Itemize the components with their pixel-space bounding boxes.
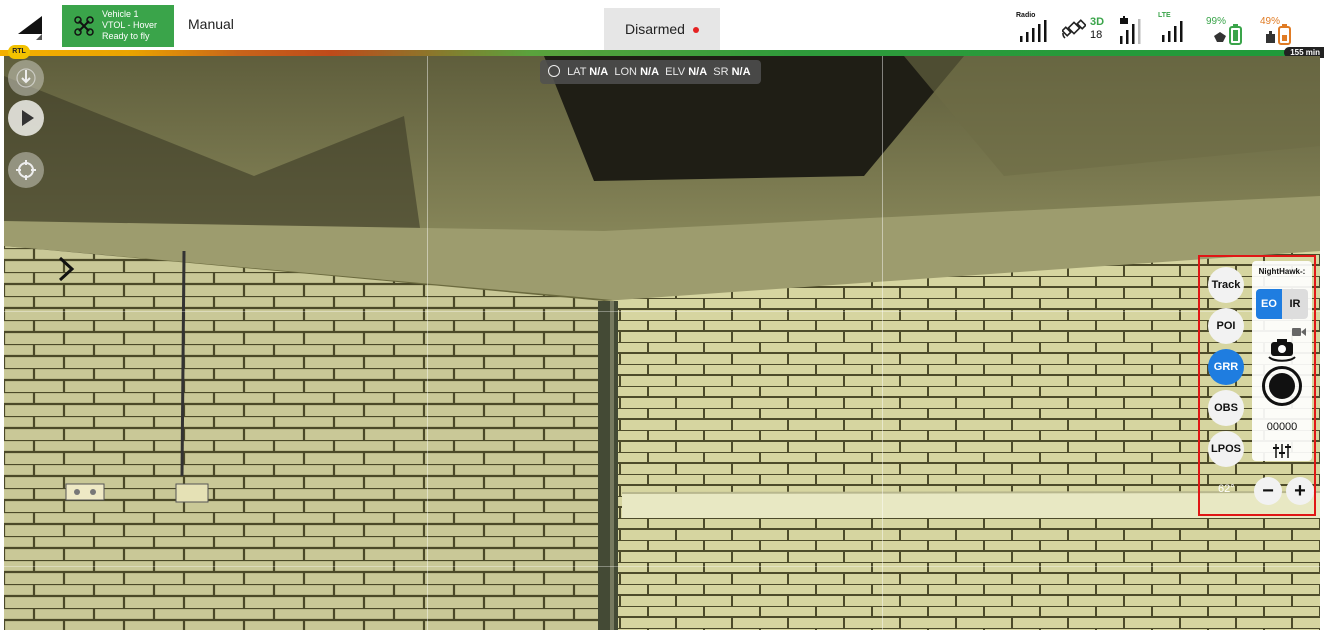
settings-sliders-icon[interactable] — [1272, 443, 1292, 459]
arm-status-label: Disarmed — [625, 21, 685, 37]
arm-status-button[interactable]: Disarmed — [604, 8, 720, 50]
camera-switch-icon[interactable] — [1266, 337, 1298, 363]
start-mission-button[interactable] — [8, 100, 44, 136]
top-toolbar: Vehicle 1 VTOL - Hover Ready to fly Manu… — [0, 0, 1324, 50]
vehicle-type: VTOL - Hover — [102, 20, 158, 30]
crosshair-icon — [548, 65, 560, 77]
radio-signal-indicator[interactable]: Radio — [1014, 10, 1054, 46]
rtl-badge[interactable]: RTL — [8, 45, 30, 59]
center-map-button[interactable] — [8, 152, 44, 188]
radio-signal-bars-icon — [1020, 20, 1047, 42]
lon-value: N/A — [640, 66, 660, 78]
drone-battery-indicator[interactable]: 49% — [1260, 10, 1300, 46]
track-button[interactable]: Track — [1208, 267, 1244, 303]
video-mode-icon[interactable] — [1292, 327, 1306, 337]
grr-button[interactable]: GRR — [1208, 349, 1244, 385]
lpos-button[interactable]: LPOS — [1208, 431, 1244, 467]
takeoff-button[interactable] — [8, 60, 44, 96]
shutter-button[interactable] — [1262, 366, 1302, 406]
drone-battery-icon — [1266, 24, 1291, 45]
remote-battery-icon — [1214, 24, 1242, 45]
vehicle-ready-status: Ready to fly — [102, 31, 150, 41]
video-grid-line — [4, 311, 1320, 312]
video-grid-line — [427, 56, 428, 630]
rc-signal-indicator[interactable] — [1118, 10, 1154, 46]
lte-label: LTE — [1158, 12, 1171, 19]
elv-value: N/A — [688, 66, 708, 78]
radio-label: Radio — [1016, 12, 1036, 19]
obs-button[interactable]: OBS — [1208, 390, 1244, 426]
zoom-in-button[interactable]: + — [1286, 477, 1314, 505]
capture-counter: 00000 — [1266, 421, 1298, 433]
coordinates-bar: LAT N/A LON N/A ELV N/A SR N/A — [540, 60, 761, 84]
lat-label: LAT — [567, 66, 587, 78]
lte-signal-indicator[interactable]: LTE — [1158, 10, 1194, 46]
remote-battery-indicator[interactable]: 99% — [1206, 10, 1250, 46]
target-icon — [16, 160, 36, 180]
vehicle-status-panel[interactable]: Vehicle 1 VTOL - Hover Ready to fly — [62, 5, 174, 47]
video-grid-line — [882, 56, 883, 630]
gimbal-control-panel: Track POI GRR OBS LPOS NightHawk-: EO IR… — [1198, 255, 1316, 516]
expand-panel-chevron-icon[interactable] — [54, 254, 78, 284]
drone-icon — [74, 16, 94, 36]
sr-value: N/A — [731, 66, 751, 78]
poi-button[interactable]: POI — [1208, 308, 1244, 344]
vehicle-name: Vehicle 1 — [102, 9, 139, 19]
camera-video-feed[interactable]: LAT N/A LON N/A ELV N/A SR N/A — [4, 56, 1320, 630]
eo-option[interactable]: EO — [1256, 289, 1282, 319]
play-icon — [22, 110, 34, 126]
gps-satellite-count: 18 — [1090, 29, 1103, 41]
camera-name: NightHawk-: — [1258, 267, 1306, 276]
satellite-icon — [1062, 19, 1086, 39]
flight-mode-selector[interactable]: Manual — [188, 16, 234, 32]
zoom-out-button[interactable]: − — [1254, 477, 1282, 505]
lon-label: LON — [614, 66, 637, 78]
camera-controls: NightHawk-: EO IR 00000 — [1252, 261, 1312, 461]
ir-option[interactable]: IR — [1282, 289, 1308, 319]
video-grid-line — [4, 566, 1320, 567]
rc-signal-icon — [1120, 16, 1141, 44]
eo-ir-toggle[interactable]: EO IR — [1256, 289, 1308, 319]
disarmed-indicator-dot — [692, 27, 699, 34]
qgc-home-icon[interactable] — [14, 12, 48, 42]
gps-fix-type: 3D — [1090, 16, 1105, 28]
field-of-view-label: 62° — [1218, 483, 1235, 495]
sr-label: SR — [713, 66, 729, 78]
lat-value: N/A — [589, 66, 609, 78]
video-frame-image — [4, 56, 1320, 630]
lte-signal-bars-icon — [1162, 21, 1183, 42]
elv-label: ELV — [665, 66, 686, 78]
gps-indicator[interactable]: 3D 18 — [1062, 10, 1110, 46]
takeoff-icon — [16, 68, 36, 88]
